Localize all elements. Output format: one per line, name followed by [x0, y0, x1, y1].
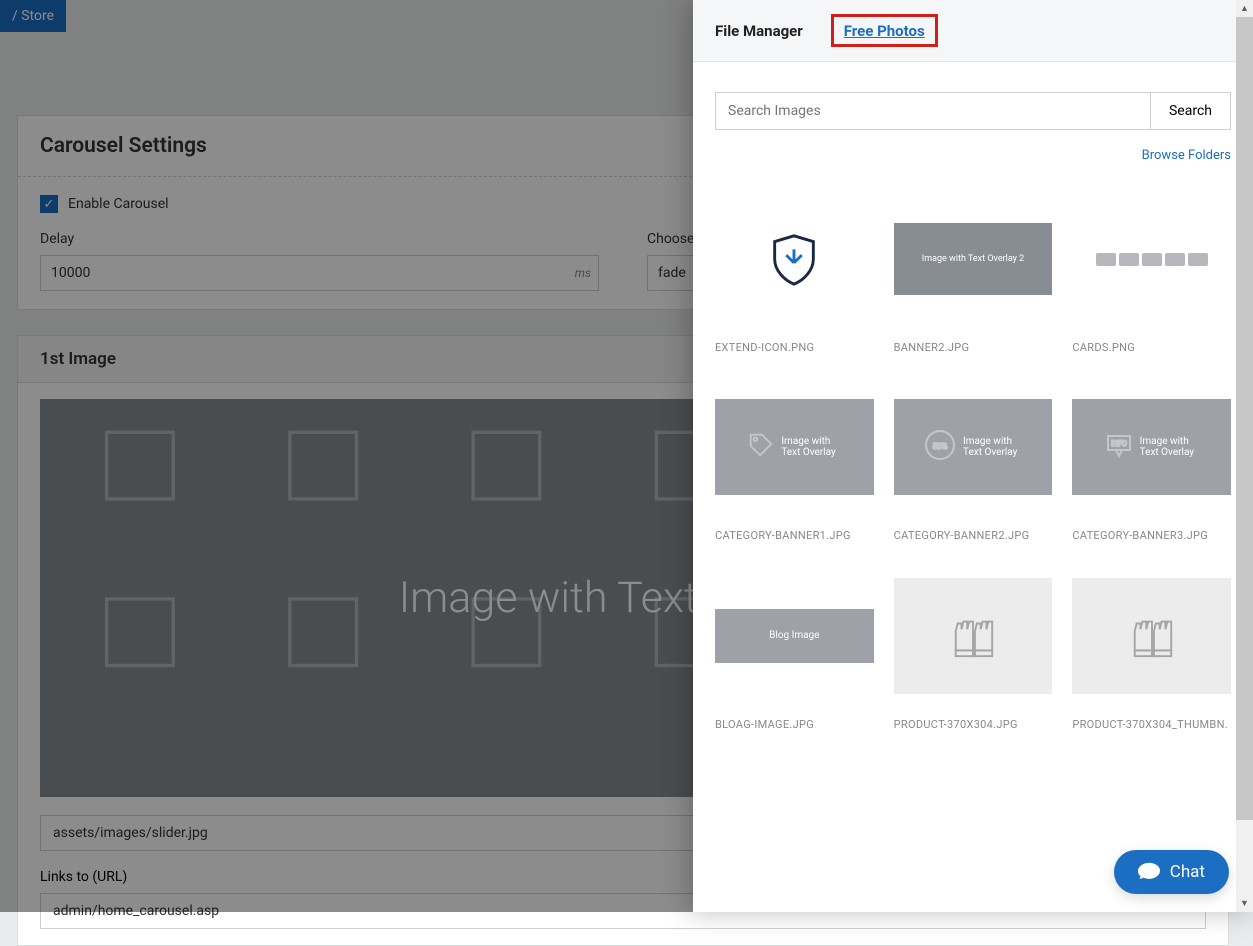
banner-text: Image with Text Overlay 2	[922, 254, 1024, 264]
image-item[interactable]: INFO Image with Text Overlay CATEGORY-BANN…	[1072, 375, 1231, 543]
image-item[interactable]: CARDS.PNG	[1072, 187, 1231, 355]
search-button[interactable]: Search	[1151, 92, 1231, 130]
search-input[interactable]	[715, 92, 1151, 130]
category-text: Image with Text Overlay	[963, 436, 1023, 458]
thumbnail	[715, 187, 874, 331]
chat-label: Chat	[1170, 862, 1205, 882]
category-tag-icon: INFO	[1104, 430, 1134, 464]
thumbnail-label: CATEGORY-BANNER3.JPG	[1072, 529, 1231, 543]
image-item[interactable]: EXTEND-ICON.PNG	[715, 187, 874, 355]
tab-file-manager[interactable]: File Manager	[715, 18, 803, 44]
gloves-icon	[944, 612, 1002, 660]
shield-icon	[765, 230, 823, 288]
gloves-icon	[1123, 612, 1181, 660]
thumbnail	[1072, 564, 1231, 708]
mastercard-icon	[1142, 253, 1162, 266]
thumbnail: Image with Text Overlay 2	[894, 187, 1053, 331]
category-tag-icon	[747, 431, 775, 463]
thumbnail-label: CATEGORY-BANNER1.JPG	[715, 529, 874, 543]
thumbnail: Image with Text Overlay	[715, 375, 874, 519]
chat-icon	[1138, 862, 1160, 882]
thumbnail-label: CATEGORY-BANNER2.JPG	[894, 529, 1053, 543]
scroll-down-arrow[interactable]: ▼	[1236, 895, 1253, 912]
amex-card-icon	[1188, 253, 1208, 266]
thumbnail-label: PRODUCT-370X304.JPG	[894, 718, 1053, 732]
blog-text: Blog Image	[769, 630, 819, 641]
thumbnail	[894, 564, 1053, 708]
image-item[interactable]: 50% Image with Text Overlay CATEGORY-BANNE…	[894, 375, 1053, 543]
category-text: Image with Text Overlay	[1140, 436, 1200, 458]
file-manager-drawer: File Manager Free Photos Search Browse F…	[693, 0, 1253, 912]
browse-folders-link[interactable]: Browse Folders	[715, 148, 1231, 163]
svg-text:INFO: INFO	[1111, 440, 1127, 448]
paypal-card-icon	[1119, 253, 1139, 266]
discover-card-icon	[1165, 253, 1185, 266]
thumbnail: 50% Image with Text Overlay	[894, 375, 1053, 519]
image-item[interactable]: PRODUCT-370X304_THUMBN.	[1072, 564, 1231, 732]
scroll-up-arrow[interactable]: ▲	[1236, 0, 1253, 17]
category-tag-icon: 50%	[923, 428, 957, 466]
thumbnail: Blog Image	[715, 564, 874, 708]
visa-card-icon	[1096, 253, 1116, 266]
image-item[interactable]: Blog Image BLOAG-IMAGE.JPG	[715, 564, 874, 732]
thumbnail-label: PRODUCT-370X304_THUMBN.	[1072, 718, 1231, 732]
thumbnail-label: BANNER2.JPG	[894, 341, 1053, 355]
thumbnail-label: EXTEND-ICON.PNG	[715, 341, 874, 355]
thumbnail: INFO Image with Text Overlay	[1072, 375, 1231, 519]
thumbnail	[1072, 187, 1231, 331]
scrollbar[interactable]: ▲ ▼	[1236, 0, 1253, 912]
category-text: Image with Text Overlay	[781, 436, 841, 458]
chat-widget[interactable]: Chat	[1114, 850, 1229, 894]
scrollbar-thumb[interactable]	[1236, 0, 1253, 820]
image-item[interactable]: PRODUCT-370X304.JPG	[894, 564, 1053, 732]
thumbnail-label: CARDS.PNG	[1072, 341, 1231, 355]
image-item[interactable]: Image with Text Overlay 2 BANNER2.JPG	[894, 187, 1053, 355]
svg-text:50%: 50%	[933, 442, 948, 451]
tab-free-photos[interactable]: Free Photos	[844, 18, 925, 44]
image-item[interactable]: Image with Text Overlay CATEGORY-BANNER1.…	[715, 375, 874, 543]
thumbnail-label: BLOAG-IMAGE.JPG	[715, 718, 874, 732]
